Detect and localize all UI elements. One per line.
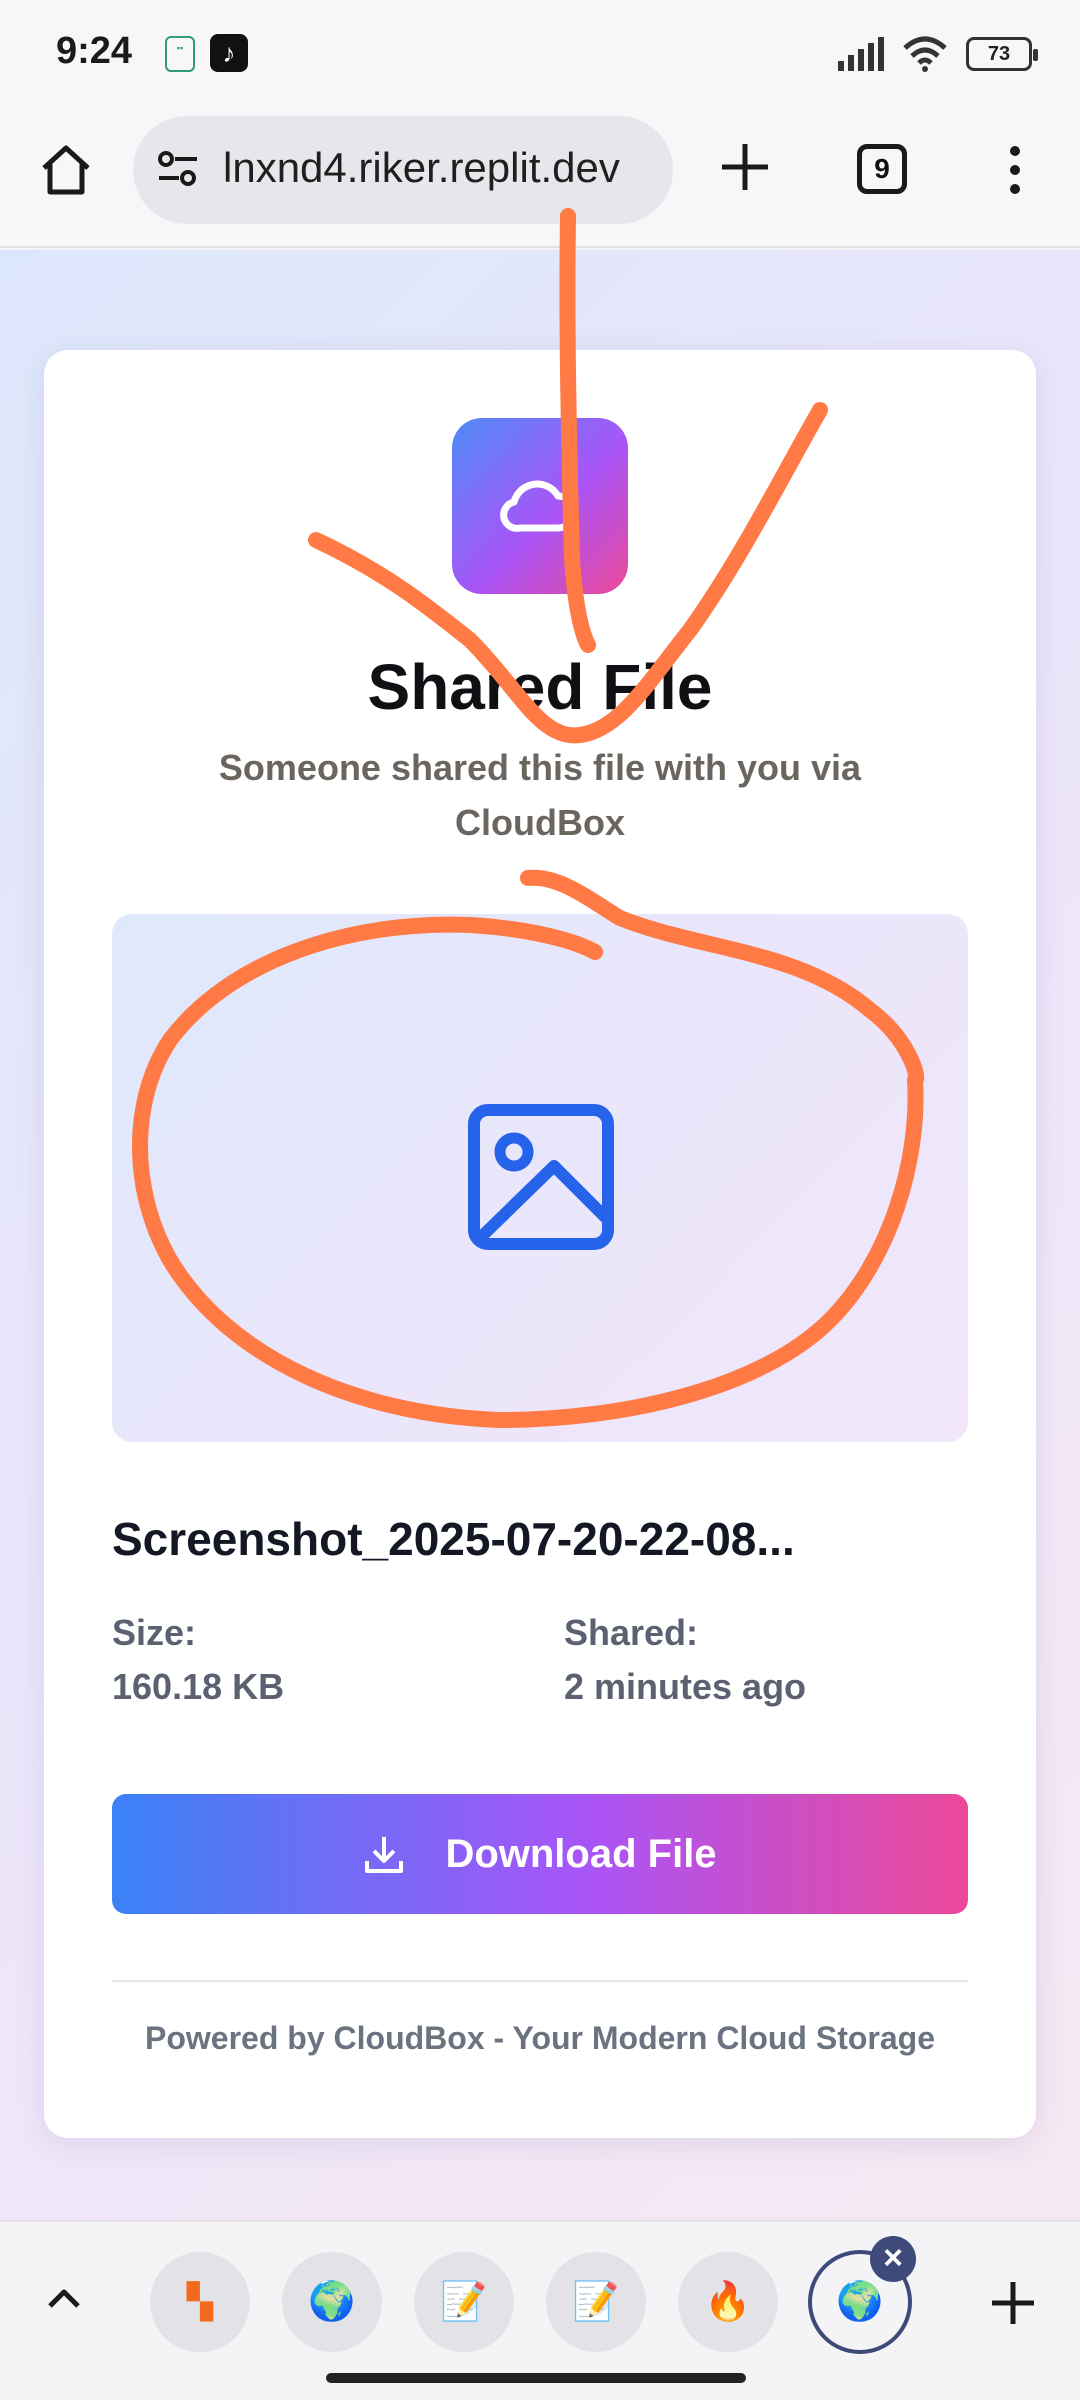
globe-icon: 🌍 <box>308 2281 356 2323</box>
shared-label: Shared: <box>564 1612 699 1653</box>
divider <box>112 1980 968 1982</box>
globe-icon: 🌍 <box>836 2281 884 2323</box>
wifi-icon <box>903 36 947 72</box>
tiktok-icon: ♪ <box>210 34 248 72</box>
cloud-icon <box>500 480 578 532</box>
battery-icon: 73 <box>966 37 1038 71</box>
close-tab-icon[interactable]: × <box>870 2236 916 2282</box>
size-label: Size: <box>112 1612 197 1653</box>
download-button[interactable]: Download File <box>112 1794 968 1914</box>
page-subtitle: Someone shared this file with you via Cl… <box>218 747 862 843</box>
add-tab-plus-icon[interactable] <box>988 2278 1038 2328</box>
cloudbox-logo <box>452 418 628 594</box>
address-bar[interactable]: lnxnd4.riker.replit.dev <box>133 116 673 224</box>
new-tab-plus-icon[interactable] <box>716 138 774 196</box>
tabs-count-icon[interactable]: 9 <box>857 144 907 194</box>
file-name: Screenshot_2025-07-20-22-08... <box>112 1513 795 1565</box>
signal-icon <box>838 37 884 71</box>
browser-toolbar: lnxnd4.riker.replit.dev 9 <box>0 110 1080 248</box>
more-menu-icon[interactable] <box>1000 145 1030 195</box>
status-bar: 9:24 ▪▪ ♪ 73 <box>0 0 1080 110</box>
page-title: Shared File <box>367 651 713 723</box>
status-time: 9:24 <box>56 30 133 72</box>
shared-file-card: Shared File Someone shared this file wit… <box>44 350 1036 2138</box>
chevron-up-icon[interactable] <box>44 2278 84 2318</box>
size-value: 160.18 KB <box>112 1666 285 1707</box>
home-icon[interactable] <box>36 140 96 200</box>
download-label: Download File <box>445 1831 717 1876</box>
tab-notepad[interactable]: 📝 <box>546 2252 646 2352</box>
shared-value: 2 minutes ago <box>564 1666 807 1707</box>
tab-app[interactable]: ▚ <box>150 2252 250 2352</box>
url-text[interactable]: lnxnd4.riker.replit.dev <box>223 144 653 192</box>
status-icons: 73 <box>836 32 1038 76</box>
tab-globe[interactable]: 🌍 <box>282 2252 382 2352</box>
notepad-icon: 📝 <box>440 2281 488 2323</box>
download-icon <box>365 1837 404 1873</box>
tab-flame[interactable]: 🔥 <box>678 2252 778 2352</box>
app-tab-icon: ▚ <box>186 2283 214 2321</box>
footer-text: Powered by CloudBox - Your Modern Cloud … <box>145 2020 935 2056</box>
notification-app-icon: ▪▪ <box>165 36 195 72</box>
site-settings-icon[interactable] <box>155 146 201 192</box>
notepad-icon: 📝 <box>572 2281 620 2323</box>
flame-icon: 🔥 <box>704 2281 752 2323</box>
file-preview[interactable] <box>112 914 968 1442</box>
image-icon <box>468 1104 614 1250</box>
page-content: Shared File Someone shared this file wit… <box>0 250 1080 2220</box>
gesture-bar <box>326 2373 746 2383</box>
tab-notepad[interactable]: 📝 <box>414 2252 514 2352</box>
